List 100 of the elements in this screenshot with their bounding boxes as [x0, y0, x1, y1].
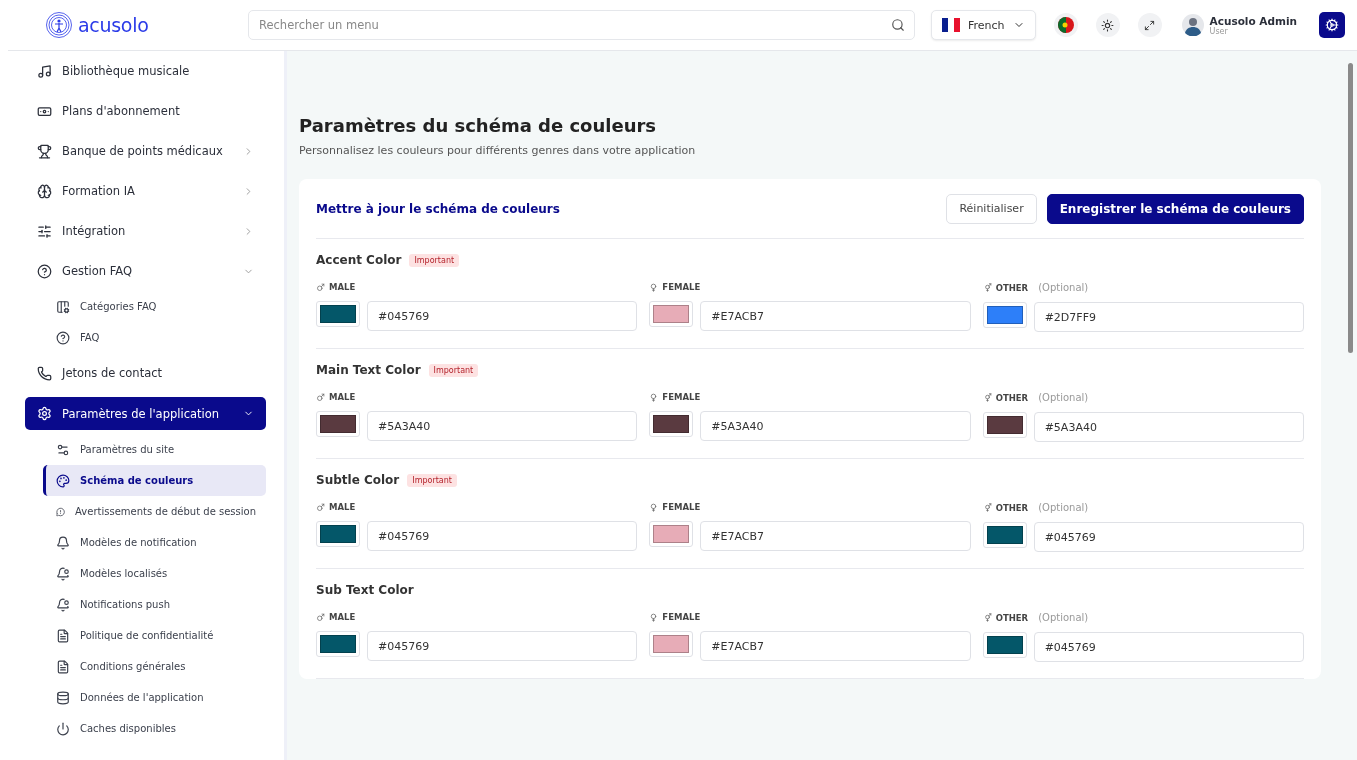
sidebar-item[interactable]: Paramètres de l'application [25, 397, 266, 430]
sidebar-item[interactable]: Banque de points médicaux [25, 131, 266, 171]
page-title: Paramètres du schéma de couleurs [299, 115, 658, 136]
bell-dot-icon [56, 597, 70, 612]
field-label: FEMALE [662, 282, 701, 292]
male-icon [316, 392, 325, 402]
field-label: FEMALE [662, 612, 701, 622]
field-label: OTHER [995, 612, 1029, 623]
palette-icon [56, 473, 70, 488]
sidebar-subitem[interactable]: Avertissements de début de session [43, 496, 266, 527]
language-select[interactable]: French [931, 10, 1036, 40]
database-icon [56, 690, 70, 705]
optional-note: (Optional) [1038, 282, 1089, 293]
hex-input[interactable]: #045769 [367, 521, 638, 551]
gender-icon [982, 613, 992, 622]
settings-button[interactable] [1319, 12, 1345, 38]
user-name: Acusolo Admin [1209, 14, 1297, 27]
brain-icon [37, 183, 52, 199]
field-label: FEMALE [662, 502, 701, 512]
power-icon [56, 721, 70, 736]
sidebar-item[interactable]: Formation IA [25, 171, 266, 211]
hex-input[interactable]: #045769 [367, 301, 638, 331]
gear-icon [37, 406, 52, 421]
card-title: Mettre à jour le schéma de couleurs [316, 201, 561, 216]
hex-input[interactable]: #5A3A40 [1033, 412, 1304, 442]
field-label: MALE [329, 502, 356, 512]
page-subtitle: Personnalisez les couleurs pour différents genres dans votre application [299, 144, 697, 157]
optional-note: (Optional) [1038, 502, 1089, 513]
hex-input[interactable]: #5A3A40 [367, 411, 638, 441]
female-icon [649, 282, 659, 292]
field-label: MALE [329, 612, 356, 622]
sidebar-subitem[interactable]: Politique de confidentialité [43, 620, 266, 651]
music-note-icon [37, 63, 52, 79]
hex-input[interactable]: #045769 [1033, 632, 1304, 662]
sidebar-subitem[interactable]: Modèles localisés [43, 558, 266, 589]
important-badge: Important [428, 363, 479, 377]
male-icon [316, 502, 325, 512]
optional-note: (Optional) [1038, 612, 1089, 623]
document-icon [56, 659, 70, 674]
save-button[interactable]: Enregistrer le schéma de couleurs [1046, 193, 1304, 224]
important-badge: Important [409, 253, 460, 267]
sidebar-subitem[interactable]: Caches disponibles [43, 713, 266, 744]
expand-icon [1144, 19, 1156, 31]
help-circle-icon [37, 263, 52, 279]
section-title: Accent Color [316, 253, 402, 267]
hex-input[interactable]: #E7ACB7 [700, 631, 971, 661]
hex-input[interactable]: #5A3A40 [700, 411, 971, 441]
gender-icon [982, 283, 992, 292]
gender-icon [982, 393, 992, 402]
hex-input[interactable]: #E7ACB7 [700, 301, 971, 331]
sidebar-subitem[interactable]: Données de l'application [43, 682, 266, 713]
hex-input[interactable]: #E7ACB7 [700, 521, 971, 551]
flag-button[interactable] [1053, 13, 1078, 37]
theme-toggle-button[interactable] [1095, 13, 1120, 37]
fullscreen-button[interactable] [1137, 13, 1162, 37]
female-icon [649, 392, 659, 402]
hex-input[interactable]: #045769 [1033, 522, 1304, 552]
sidebar-subitem[interactable]: Modèles de notification [43, 527, 266, 558]
male-icon [316, 282, 325, 292]
sidebar-subitem[interactable]: Paramètres du site [43, 434, 266, 465]
sidebar-subitem[interactable]: Conditions générales [43, 651, 266, 682]
help-circle-icon [56, 330, 70, 345]
bell-icon [56, 535, 70, 550]
section-title: Main Text Color [316, 363, 421, 377]
section-title: Subtle Color [316, 473, 400, 487]
trophy-icon [37, 143, 52, 159]
important-badge: Important [407, 473, 457, 487]
hex-input[interactable]: #045769 [367, 631, 638, 661]
male-icon [316, 612, 325, 622]
phone-icon [37, 365, 52, 381]
sidebar-subitem[interactable]: Catégories FAQ [43, 291, 266, 322]
field-label: OTHER [995, 282, 1029, 293]
section-title: Sub Text Color [316, 583, 414, 597]
optional-note: (Optional) [1038, 392, 1089, 403]
sidebar-subitem[interactable]: Notifications push [43, 589, 266, 620]
sidebar-subitem[interactable]: Schéma de couleurs [43, 465, 266, 496]
logo-icon [46, 12, 72, 38]
sidebar-item[interactable]: Plans d'abonnement [25, 91, 266, 131]
reset-button[interactable]: Réinitialiser [946, 193, 1037, 224]
female-icon [649, 612, 659, 622]
user-role: User [1209, 26, 1229, 36]
field-label: MALE [329, 282, 356, 292]
settings-icon [1325, 18, 1339, 32]
field-label: OTHER [995, 502, 1029, 513]
sidebar-item[interactable]: Bibliothèque musicale [25, 51, 266, 91]
search-field[interactable]: Rechercher un menu [248, 10, 915, 40]
sliders-icon [37, 223, 52, 239]
sidebar-item[interactable]: Gestion FAQ [25, 251, 266, 291]
sidebar-item[interactable]: Jetons de contact [25, 353, 266, 393]
field-label: FEMALE [662, 392, 701, 402]
sidebar-item[interactable]: Intégration [25, 211, 266, 251]
avatar-icon [1181, 14, 1204, 36]
gender-icon [982, 503, 992, 512]
hex-input[interactable]: #2D7FF9 [1033, 302, 1304, 332]
sidebar-subitem[interactable]: FAQ [43, 322, 266, 353]
field-label: MALE [329, 392, 356, 402]
logo-text: acusolo [78, 14, 149, 36]
sun-icon [1101, 18, 1115, 32]
female-icon [649, 502, 659, 512]
field-label: OTHER [995, 392, 1029, 403]
